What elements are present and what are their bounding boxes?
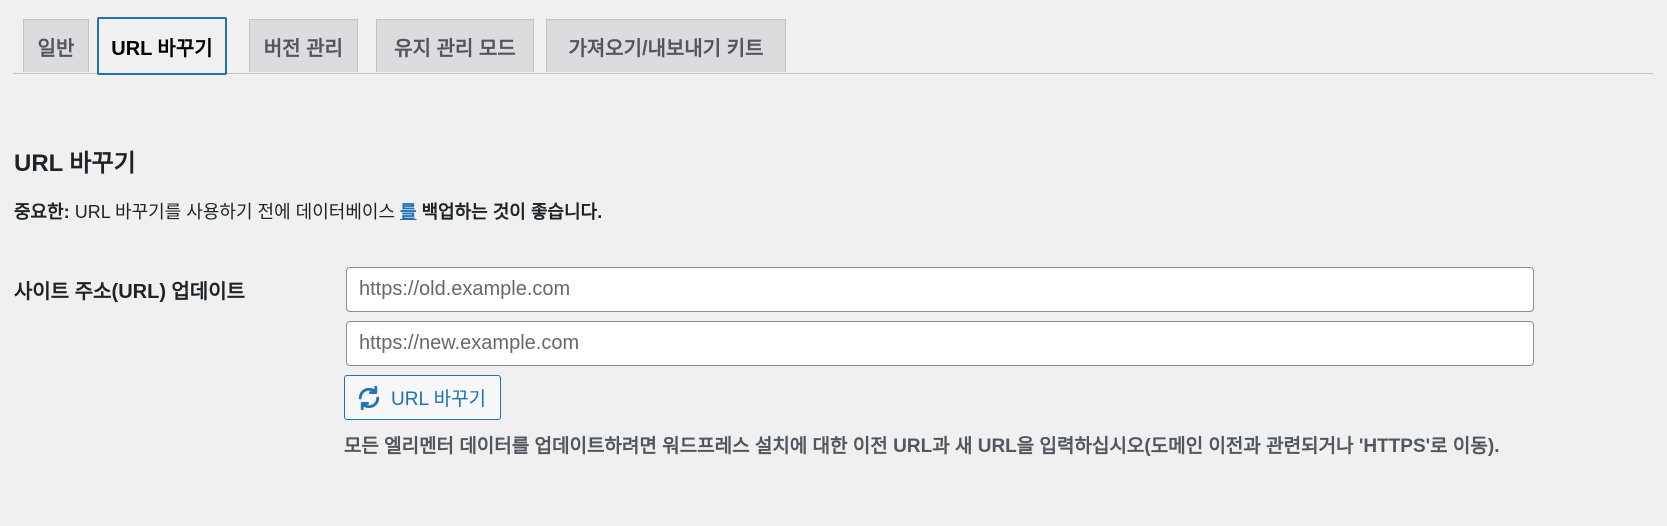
section-title: URL 바꾸기	[14, 150, 136, 177]
notice-prefix: 중요한:	[14, 202, 70, 222]
settings-tabs: 일반 URL 바꾸기 버전 관리 유지 관리 모드 가져오기/내보내기 키트	[13, 17, 1653, 75]
tab-maintenance-mode[interactable]: 유지 관리 모드	[376, 19, 534, 72]
site-url-update-label: 사이트 주소(URL) 업데이트	[14, 281, 246, 303]
tab-replace-url[interactable]: URL 바꾸기	[97, 17, 227, 75]
replace-url-description: 모든 엘리멘터 데이터를 업데이트하려면 워드프레스 설치에 대한 이전 URL…	[344, 436, 1500, 457]
backup-link[interactable]: 를	[400, 202, 417, 222]
new-url-input[interactable]	[346, 321, 1534, 366]
tab-version-control[interactable]: 버전 관리	[249, 19, 358, 72]
notice-text: URL 바꾸기를 사용하기 전에 데이터베이스	[74, 202, 396, 222]
backup-notice: 중요한: URL 바꾸기를 사용하기 전에 데이터베이스 를 백업하는 것이 좋…	[14, 198, 602, 224]
old-url-input[interactable]	[346, 267, 1534, 312]
replace-url-button-label: URL 바꾸기	[391, 389, 487, 410]
replace-url-button[interactable]: URL 바꾸기	[344, 375, 502, 420]
tab-import-export-kit[interactable]: 가져오기/내보내기 키트	[546, 19, 786, 72]
tab-general[interactable]: 일반	[23, 19, 89, 72]
refresh-icon	[355, 384, 383, 412]
notice-suffix: 백업하는 것이 좋습니다.	[421, 202, 603, 222]
